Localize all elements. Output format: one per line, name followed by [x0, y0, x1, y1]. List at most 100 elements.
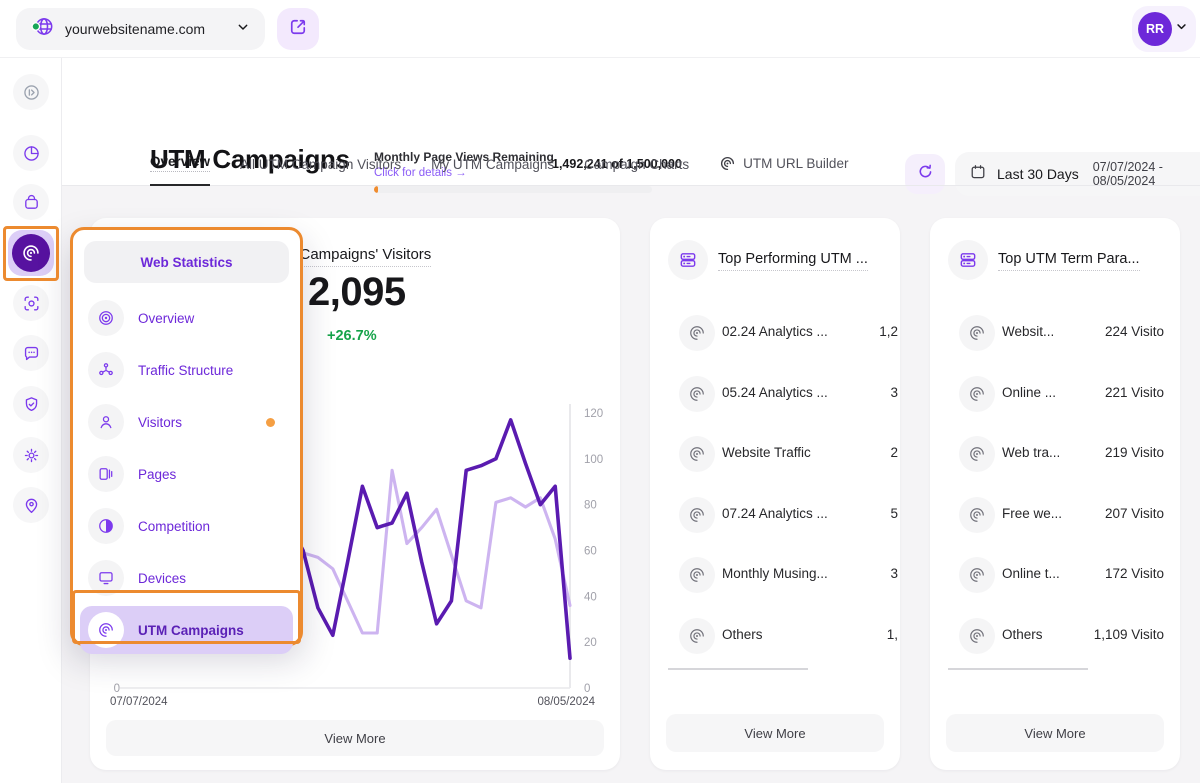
list-item[interactable]: Online ... 221 Visito [930, 376, 1180, 412]
sidebar-item-chat-bubble[interactable] [13, 335, 49, 371]
tab-bar: Overview All UTM Campaign Visitors My UTM … [150, 154, 848, 186]
menu-item-devices[interactable]: Devices [80, 554, 293, 602]
arrow-circle-icon [22, 83, 41, 102]
calendar-icon [969, 163, 987, 186]
sidebar-item-shopping-bag[interactable] [13, 184, 49, 220]
top-bar: yourwebsitename.com RR [0, 0, 1200, 58]
spiral-icon [719, 155, 736, 172]
list-item[interactable]: Website Traffic2 [650, 436, 900, 472]
item-value: 207 Visito [1082, 506, 1164, 521]
item-label: 05.24 Analytics ... [722, 385, 828, 400]
menu-item-competition[interactable]: Competition [80, 502, 293, 550]
user-icon [88, 404, 124, 440]
list-item[interactable]: Others 1,109 Visito [930, 618, 1180, 654]
chevron-down-icon [235, 19, 251, 40]
list-item[interactable]: Online t...172 Visito [930, 557, 1180, 593]
account-menu[interactable]: RR [1132, 6, 1196, 52]
menu-item-overview[interactable]: Overview [80, 294, 293, 342]
spiral-icon [959, 557, 995, 593]
menu-item-label: Pages [138, 467, 293, 482]
date-preset: Last 30 Days [997, 166, 1079, 182]
menu-header: Web Statistics [84, 241, 289, 283]
sidebar-item-web-statistics-active[interactable] [8, 230, 54, 276]
item-label: Free we... [1002, 506, 1062, 521]
spiral-icon [679, 618, 715, 654]
spiral-icon [679, 315, 715, 351]
list-item[interactable]: Websit...224 Visito [930, 315, 1180, 351]
chat-bubble-icon [22, 344, 41, 363]
pages-icon [88, 456, 124, 492]
list-item[interactable]: 02.24 Analytics ...1,2 [650, 315, 900, 351]
utm-campaigns-dashboard: yourwebsitename.com RR UTM Campaigns Mon… [0, 0, 1200, 783]
svg-text:100: 100 [584, 454, 603, 466]
menu-item-label: UTM Campaigns [138, 623, 293, 638]
menu-item-utm-campaigns[interactable]: UTM Campaigns [80, 606, 293, 654]
list-item[interactable]: Web tra...219 Visito [930, 436, 1180, 472]
item-value: 1,109 Visito [1082, 627, 1164, 642]
tab-utm-url-builder[interactable]: UTM URL Builder [719, 155, 848, 186]
open-website-button[interactable] [277, 8, 319, 50]
tab-label: UTM URL Builder [743, 156, 848, 171]
sidebar-item-shield-check[interactable] [13, 386, 49, 422]
server-icon [668, 240, 708, 280]
item-value: 172 Visito [1082, 566, 1164, 581]
sidebar-item-camera-focus[interactable] [13, 285, 49, 321]
spiral-icon [679, 436, 715, 472]
spiral-icon [959, 436, 995, 472]
top-utm-term-card: Top UTM Term Para... Websit...224 Visito… [930, 218, 1180, 770]
tab-label: My UTM Campaigns [431, 157, 554, 172]
list-item[interactable]: Others1, [650, 618, 900, 654]
tab-my-utm-campaigns[interactable]: My UTM Campaigns [431, 157, 554, 186]
item-value: 2 [848, 445, 898, 460]
share-nodes-icon [88, 352, 124, 388]
menu-item-label: Devices [138, 571, 293, 586]
refresh-button[interactable] [905, 154, 945, 194]
sidebar-item-pie-chart[interactable] [13, 135, 49, 171]
item-label: Others [722, 627, 763, 642]
svg-text:80: 80 [584, 500, 597, 512]
spiral-icon [679, 497, 715, 533]
tab-campaign-charts[interactable]: Campaign Charts [584, 157, 689, 186]
svg-text:120: 120 [584, 408, 603, 420]
item-value: 221 Visito [1082, 385, 1164, 400]
spiral-icon [959, 497, 995, 533]
menu-item-visitors[interactable]: Visitors [80, 398, 293, 446]
list-item[interactable]: Free we... 207 Visito [930, 497, 1180, 533]
item-value: 3 [848, 385, 898, 400]
notification-dot [266, 418, 275, 427]
svg-text:60: 60 [584, 546, 597, 558]
sidebar-item-arrow-circle[interactable] [13, 74, 49, 110]
x-axis-end-date: 08/05/2024 [537, 696, 595, 708]
spiral-icon [679, 376, 715, 412]
view-more-button[interactable]: View More [106, 720, 604, 756]
item-label: Others [1002, 627, 1043, 642]
item-value: 219 Visito [1082, 445, 1164, 460]
item-label: Online ... [1002, 385, 1056, 400]
chevron-down-icon [1174, 19, 1189, 39]
server-icon [948, 240, 988, 280]
sidebar-item-map-pin[interactable] [13, 487, 49, 523]
view-more-button[interactable]: View More [666, 714, 884, 752]
contrast-icon [88, 508, 124, 544]
card-title: Top UTM Term Para... [998, 251, 1140, 271]
sidebar-item-gear[interactable] [13, 437, 49, 473]
date-range-picker[interactable]: Last 30 Days 07/07/2024 - 08/05/2024 [955, 152, 1200, 196]
tab-label: All UTM Campaign Visitors [240, 157, 401, 172]
svg-text:20: 20 [584, 637, 597, 649]
menu-item-pages[interactable]: Pages [80, 450, 293, 498]
item-label: Websit... [1002, 324, 1054, 339]
avatar: RR [1138, 12, 1172, 46]
menu-item-traffic-structure[interactable]: Traffic Structure [80, 346, 293, 394]
view-more-button[interactable]: View More [946, 714, 1164, 752]
website-selector[interactable]: yourwebsitename.com [16, 8, 265, 50]
svg-text:0: 0 [584, 683, 590, 695]
tab-label: Overview [150, 154, 210, 172]
change-percent-badge: +26.7% [327, 328, 377, 344]
tab-all-utm-campaign-visitors[interactable]: All UTM Campaign Visitors [240, 157, 401, 186]
list-item[interactable]: 05.24 Analytics ... 3 [650, 376, 900, 412]
svg-text:0: 0 [114, 683, 120, 695]
divider [668, 668, 808, 670]
list-item[interactable]: Monthly Musing...3 [650, 557, 900, 593]
tab-overview[interactable]: Overview [150, 154, 210, 186]
list-item[interactable]: 07.24 Analytics ...5 [650, 497, 900, 533]
